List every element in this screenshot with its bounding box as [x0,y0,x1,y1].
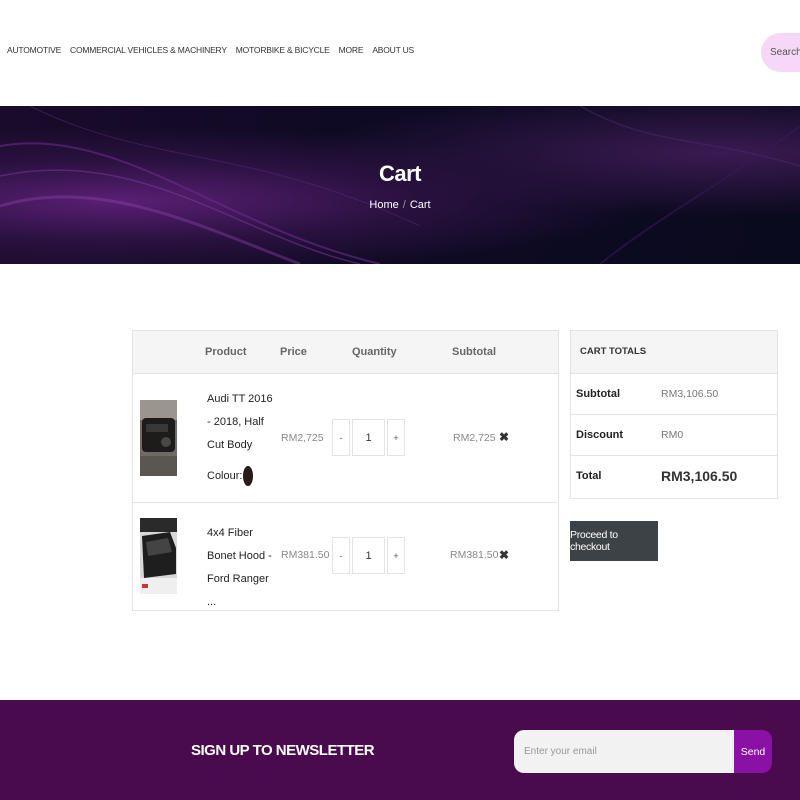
colour-label: Colour: [207,470,243,482]
nav-item-commercial-vehicles[interactable]: COMMERCIAL VEHICLES & MACHINERY [70,45,227,55]
product-name[interactable]: Audi TT 2016 - 2018, Half Cut Body [207,393,273,451]
product-subtotal: RM381.50 [450,549,499,561]
newsletter-title: SIGN UP TO NEWSLETTER [191,742,375,759]
qty-input[interactable]: 1 [352,419,385,456]
newsletter-section: SIGN UP TO NEWSLETTER Send [0,700,800,800]
remove-item-button[interactable]: ✖ [499,548,509,562]
proceed-to-checkout-button[interactable]: Proceed to checkout [570,521,658,561]
total-label: Total [576,470,602,482]
product-image-audi [140,400,177,476]
subtotal-label: Subtotal [576,388,620,400]
product-name[interactable]: 4x4 Fiber Bonet Hood - Ford Ranger ... [207,522,277,614]
page-banner: Cart Home / Cart [0,106,800,264]
search-input-text: Search F [770,47,800,58]
subtotal-value: RM3,106.50 [661,388,719,400]
discount-value: RM0 [661,429,684,441]
qty-increment-button[interactable]: + [387,537,405,574]
quantity-stepper: - 1 + [332,537,405,574]
product-image[interactable] [140,400,177,476]
product-subtotal: RM2,725 [453,432,496,444]
product-name-block: Audi TT 2016 - 2018, Half Cut Body Colou… [207,388,277,488]
search-input[interactable]: Search F [761,33,800,72]
product-image[interactable] [140,518,177,594]
page-title: Cart [378,161,422,186]
product-image-ford [140,518,177,594]
breadcrumb: Home / Cart [0,199,800,211]
header-price: Price [280,346,307,358]
totals-subtotal-row: Subtotal RM3,106.50 [571,374,777,415]
totals-total-row: Total RM3,106.50 [571,456,777,498]
product-price: RM2,725 [281,432,324,444]
discount-label: Discount [576,429,624,441]
breadcrumb-current: Cart [409,199,431,211]
cart-table: Product Price Quantity Subtotal Audi TT … [132,330,559,611]
cart-row: Audi TT 2016 - 2018, Half Cut Body Colou… [133,374,558,503]
nav-item-about-us[interactable]: ABOUT US [372,45,414,55]
nav-item-automotive[interactable]: AUTOMOTIVE [7,45,61,55]
qty-decrement-button[interactable]: - [332,537,350,574]
totals-discount-row: Discount RM0 [571,415,777,456]
total-value: RM3,106.50 [661,468,738,484]
breadcrumb-home[interactable]: Home [369,199,398,211]
main-nav: AUTOMOTIVE COMMERCIAL VEHICLES & MACHINE… [7,45,414,55]
newsletter-send-button[interactable]: Send [734,730,772,773]
quantity-stepper: - 1 + [332,419,405,456]
breadcrumb-separator: / [402,199,406,211]
header-subtotal: Subtotal [452,346,496,358]
product-colour: Colour: [207,465,254,488]
colour-swatch [243,466,254,487]
nav-item-more[interactable]: MORE [339,45,364,55]
top-bar: AUTOMOTIVE COMMERCIAL VEHICLES & MACHINE… [0,0,800,106]
product-price: RM381.50 [281,549,330,561]
qty-increment-button[interactable]: + [387,419,405,456]
cart-totals: CART TOTALS Subtotal RM3,106.50 Discount… [570,330,778,499]
newsletter-email-input[interactable] [514,730,734,773]
cart-row: 4x4 Fiber Bonet Hood - Ford Ranger ... R… [133,503,558,610]
nav-item-motorbike-bicycle[interactable]: MOTORBIKE & BICYCLE [236,45,330,55]
cart-table-header: Product Price Quantity Subtotal [133,331,558,374]
cart-totals-heading: CART TOTALS [571,331,777,374]
header-product: Product [205,346,247,358]
qty-input[interactable]: 1 [352,537,385,574]
remove-item-button[interactable]: ✖ [499,430,509,444]
header-quantity: Quantity [352,346,397,358]
qty-decrement-button[interactable]: - [332,419,350,456]
